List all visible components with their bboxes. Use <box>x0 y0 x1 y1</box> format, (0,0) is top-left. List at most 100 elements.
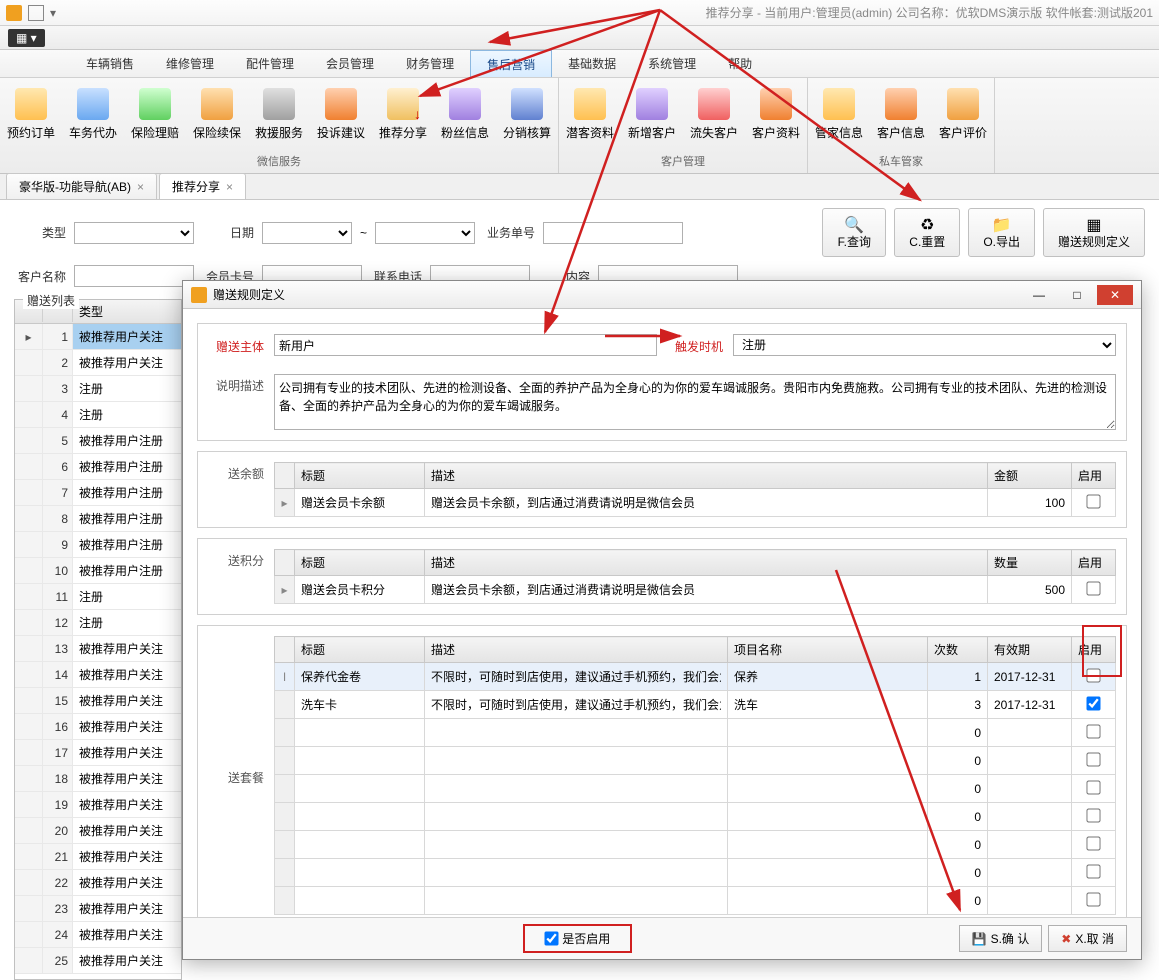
menu-item[interactable]: 财务管理 <box>390 50 470 77</box>
tab-close-icon[interactable]: × <box>137 180 144 194</box>
cell-valid[interactable] <box>988 663 1071 690</box>
table-row[interactable]: ▸ <box>275 489 1116 517</box>
list-item[interactable]: 20被推荐用户关注 <box>15 818 181 844</box>
subject-input[interactable] <box>274 334 657 356</box>
ribbon-button[interactable]: 潜客资料 <box>559 82 621 141</box>
cell-enable-checkbox[interactable] <box>1086 892 1100 906</box>
cell-item[interactable] <box>728 719 927 746</box>
cell-item[interactable] <box>728 887 927 914</box>
table-row[interactable]: I <box>275 663 1116 691</box>
list-item[interactable]: 19被推荐用户关注 <box>15 792 181 818</box>
ribbon-button[interactable]: 推荐分享 <box>372 82 434 141</box>
quick-menu-button[interactable]: ▦ ▾ <box>8 29 45 47</box>
list-item[interactable]: 6被推荐用户注册 <box>15 454 181 480</box>
cell-valid[interactable] <box>988 719 1071 746</box>
list-item[interactable]: 8被推荐用户注册 <box>15 506 181 532</box>
cell-item[interactable] <box>728 691 927 718</box>
list-item[interactable]: 9被推荐用户注册 <box>15 532 181 558</box>
cell-title[interactable] <box>295 663 424 690</box>
maximize-button[interactable]: □ <box>1059 285 1095 305</box>
cell-enable-checkbox[interactable] <box>1086 668 1100 682</box>
cell-item[interactable] <box>728 859 927 886</box>
ribbon-button[interactable]: 流失客户 <box>683 82 745 141</box>
date-preset-select[interactable] <box>262 222 352 244</box>
cell-valid[interactable] <box>988 859 1071 886</box>
cell-times[interactable] <box>928 747 987 774</box>
cell-enable-checkbox[interactable] <box>1086 724 1100 738</box>
menu-item[interactable]: 帮助 <box>712 50 768 77</box>
cell-valid[interactable] <box>988 887 1071 914</box>
cell-valid[interactable] <box>988 747 1071 774</box>
menu-item[interactable]: 系统管理 <box>632 50 712 77</box>
table-row[interactable] <box>275 691 1116 719</box>
query-button[interactable]: 🔍F.查询 <box>822 208 886 257</box>
ribbon-button[interactable]: 客户资料 <box>745 82 807 141</box>
cell-desc[interactable] <box>425 859 727 886</box>
list-item[interactable]: 5被推荐用户注册 <box>15 428 181 454</box>
cell-enable-checkbox[interactable] <box>1086 494 1100 508</box>
cell-enable-checkbox[interactable] <box>1086 808 1100 822</box>
cell-enable-checkbox[interactable] <box>1086 780 1100 794</box>
table-row[interactable] <box>275 859 1116 887</box>
table-row[interactable] <box>275 803 1116 831</box>
cell-item[interactable] <box>728 831 927 858</box>
date-to-select[interactable] <box>375 222 475 244</box>
list-item[interactable]: 22被推荐用户关注 <box>15 870 181 896</box>
cell-desc[interactable] <box>425 719 727 746</box>
cell-item[interactable] <box>728 663 927 690</box>
close-button[interactable]: ✕ <box>1097 285 1133 305</box>
cell-item[interactable] <box>728 803 927 830</box>
cell-desc[interactable] <box>425 775 727 802</box>
cell-title[interactable] <box>295 775 424 802</box>
table-row[interactable] <box>275 747 1116 775</box>
menu-item[interactable]: 配件管理 <box>230 50 310 77</box>
list-item[interactable]: 2被推荐用户关注 <box>15 350 181 376</box>
cell-times[interactable] <box>928 719 987 746</box>
cell-times[interactable] <box>928 691 987 718</box>
cell-enable-checkbox[interactable] <box>1086 836 1100 850</box>
ribbon-button[interactable]: 救援服务 <box>248 82 310 141</box>
cell-desc[interactable] <box>425 663 727 690</box>
trigger-select[interactable]: 注册 <box>733 334 1116 356</box>
ribbon-button[interactable]: 保险续保 <box>186 82 248 141</box>
cell-item[interactable] <box>728 747 927 774</box>
ribbon-button[interactable]: 保险理赔 <box>124 82 186 141</box>
cell-item[interactable] <box>728 775 927 802</box>
cell-title[interactable] <box>295 803 424 830</box>
cell-title[interactable] <box>295 719 424 746</box>
cell-title[interactable] <box>295 887 424 914</box>
cell-times[interactable] <box>928 775 987 802</box>
desc-textarea[interactable] <box>274 374 1116 430</box>
cell-title[interactable] <box>295 831 424 858</box>
cell-desc[interactable] <box>425 489 987 516</box>
list-item[interactable]: 7被推荐用户注册 <box>15 480 181 506</box>
cell-enable-checkbox[interactable] <box>1086 864 1100 878</box>
cell-title[interactable] <box>295 691 424 718</box>
menu-item[interactable]: 基础数据 <box>552 50 632 77</box>
list-item[interactable]: 15被推荐用户关注 <box>15 688 181 714</box>
cell-times[interactable] <box>928 831 987 858</box>
list-item[interactable]: 25被推荐用户关注 <box>15 948 181 974</box>
ribbon-button[interactable]: 新增客户 <box>621 82 683 141</box>
list-item[interactable]: 14被推荐用户关注 <box>15 662 181 688</box>
cell-amount[interactable] <box>988 489 1071 516</box>
export-button[interactable]: 📁O.导出 <box>968 208 1035 257</box>
list-item[interactable]: 23被推荐用户关注 <box>15 896 181 922</box>
cell-times[interactable] <box>928 859 987 886</box>
document-tab[interactable]: 豪华版-功能导航(AB)× <box>6 173 157 199</box>
menu-item[interactable]: 车辆销售 <box>70 50 150 77</box>
ok-button[interactable]: 💾S.确 认 <box>959 925 1043 952</box>
list-item[interactable]: 21被推荐用户关注 <box>15 844 181 870</box>
list-item[interactable]: 13被推荐用户关注 <box>15 636 181 662</box>
ribbon-button[interactable]: 分销核算 <box>496 82 558 141</box>
cell-qty[interactable] <box>988 576 1071 603</box>
ribbon-button[interactable]: 投诉建议 <box>310 82 372 141</box>
rule-button[interactable]: ▦赠送规则定义 <box>1043 208 1145 257</box>
minimize-button[interactable]: — <box>1021 285 1057 305</box>
cell-valid[interactable] <box>988 775 1071 802</box>
ribbon-button[interactable]: 车务代办 <box>62 82 124 141</box>
dropdown-icon[interactable]: ▾ <box>50 6 56 20</box>
cell-times[interactable] <box>928 887 987 914</box>
cell-desc[interactable] <box>425 831 727 858</box>
tab-close-icon[interactable]: × <box>226 180 233 194</box>
